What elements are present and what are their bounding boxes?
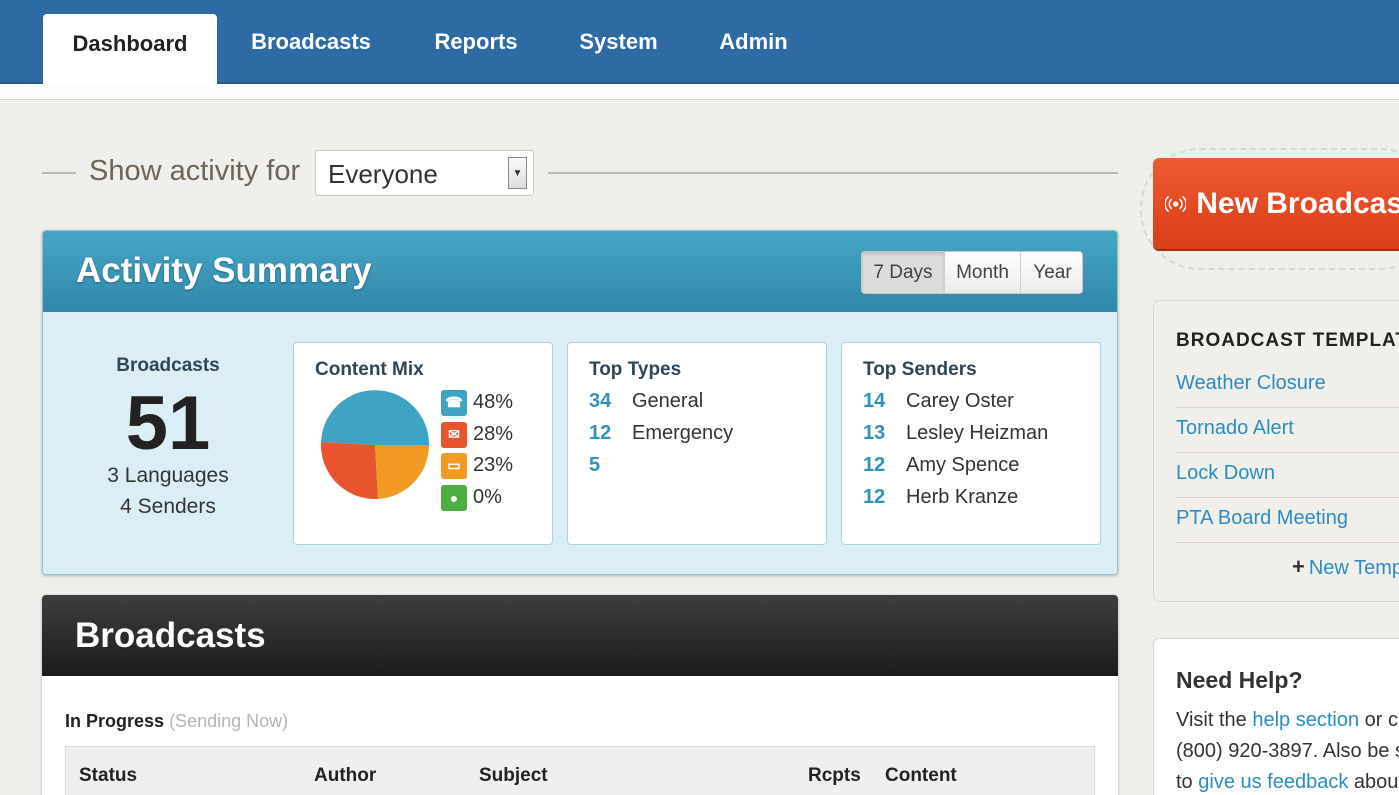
new-template-link[interactable]: +New Template xyxy=(1292,554,1399,580)
help-heading: Need Help? xyxy=(1176,667,1303,693)
new-broadcast-label: New Broadcast xyxy=(1196,186,1399,220)
top-type-count: 5 xyxy=(589,454,601,476)
chevron-down-icon[interactable]: ▼ xyxy=(508,157,527,189)
column-header-content[interactable]: Content xyxy=(885,765,957,787)
content-mix-card: Content Mix ☎ 48% ✉ 28% ▭ 23% ● 0% xyxy=(293,342,553,545)
top-sender-count: 13 xyxy=(863,422,886,444)
feedback-link[interactable]: give us feedback xyxy=(1198,771,1348,793)
help-line-1: Visit the help section or call xyxy=(1176,709,1399,732)
template-link[interactable]: PTA Board Meeting xyxy=(1176,499,1399,543)
column-header-subject[interactable]: Subject xyxy=(479,765,548,787)
range-toggle: 7 Days Month Year xyxy=(861,251,1083,294)
templates-heading: BROADCAST TEMPLATES xyxy=(1176,330,1399,351)
tab-admin[interactable]: Admin xyxy=(706,0,801,84)
top-sender-count: 14 xyxy=(863,390,886,412)
help-text: or call xyxy=(1364,709,1399,731)
in-progress-sublabel: (Sending Now) xyxy=(169,711,289,731)
tab-reports[interactable]: Reports xyxy=(420,0,532,84)
pie-slice-sms xyxy=(375,445,429,499)
broadcasts-table-header: Status Author Subject Rcpts Content xyxy=(65,746,1095,795)
broadcasts-title: Broadcasts xyxy=(75,616,266,655)
activity-summary-panel: Activity Summary 7 Days Month Year Broad… xyxy=(42,230,1118,575)
content-mix-person-value: 0% xyxy=(473,486,502,508)
top-sender-name: Lesley Heizman xyxy=(906,422,1049,444)
activity-filter-value: Everyone xyxy=(328,159,438,189)
broadcasts-count-label: Broadcasts xyxy=(116,355,220,376)
new-template-label: New Template xyxy=(1308,557,1399,579)
column-header-status[interactable]: Status xyxy=(79,765,137,787)
broadcast-templates-panel: BROADCAST TEMPLATES Weather Closure Torn… xyxy=(1153,300,1399,602)
help-text: Visit the xyxy=(1176,709,1253,731)
broadcasts-count: 51 xyxy=(125,381,211,466)
activity-filter-row: Show activity for Everyone ▼ xyxy=(42,150,1118,196)
content-mix-row-phone: ☎ 48% xyxy=(441,389,513,416)
help-panel: Need Help? Visit the help section or cal… xyxy=(1153,638,1399,795)
top-type-count: 34 xyxy=(589,390,612,412)
top-sender-count: 12 xyxy=(863,454,886,476)
column-header-author[interactable]: Author xyxy=(314,765,376,787)
content-mix-email-value: 28% xyxy=(473,423,514,445)
top-sender-name: Carey Oster xyxy=(906,390,1014,412)
broadcast-icon xyxy=(1165,195,1187,212)
nav-divider xyxy=(0,84,1399,100)
tab-dashboard[interactable]: Dashboard xyxy=(43,14,217,86)
content-mix-sms-value: 23% xyxy=(473,454,514,476)
top-type-name: General xyxy=(632,390,704,412)
top-sender-name: Amy Spence xyxy=(906,454,1020,476)
activity-summary-header: Activity Summary 7 Days Month Year xyxy=(43,231,1117,312)
help-line-2: (800) 920-3897. Also be sure xyxy=(1176,740,1399,762)
top-nav: Dashboard Broadcasts Reports System Admi… xyxy=(0,0,1399,86)
help-text: about xyxy=(1348,771,1399,793)
activity-summary-title: Activity Summary xyxy=(76,251,372,290)
content-mix-title: Content Mix xyxy=(315,359,424,380)
top-senders-title: Top Senders xyxy=(863,359,977,380)
activity-filter-label: Show activity for xyxy=(89,155,301,187)
range-7-days-button[interactable]: 7 Days xyxy=(862,252,945,293)
content-mix-pie-chart xyxy=(320,390,430,499)
top-types-card: Top Types 34 General 12 Emergency 5 xyxy=(567,342,827,545)
in-progress-heading: In Progress (Sending Now) xyxy=(65,711,288,732)
top-sender-count: 12 xyxy=(863,486,886,508)
divider-right xyxy=(548,172,1118,174)
content-mix-row-person: ● 0% xyxy=(441,484,502,511)
top-sender-name: Herb Kranze xyxy=(906,486,1019,508)
help-line-3: to give us feedback about xyxy=(1176,771,1399,794)
activity-summary-body: Broadcasts 51 3 Languages 4 Senders Cont… xyxy=(43,312,1117,574)
top-type-name: Emergency xyxy=(632,422,734,444)
person-icon: ● xyxy=(441,484,467,511)
activity-filter-select[interactable]: Everyone ▼ xyxy=(315,150,534,196)
content-mix-phone-value: 48% xyxy=(473,391,514,413)
plus-icon: + xyxy=(1292,554,1305,579)
help-section-link[interactable]: help section xyxy=(1252,709,1359,731)
phone-icon: ☎ xyxy=(441,389,467,416)
in-progress-label: In Progress xyxy=(65,711,165,731)
senders-count: 4 Senders xyxy=(120,495,216,518)
sms-icon: ▭ xyxy=(441,452,467,479)
pie-slice-phone xyxy=(321,390,430,445)
tab-system[interactable]: System xyxy=(566,0,671,84)
range-month-button[interactable]: Month xyxy=(945,252,1021,293)
range-year-button[interactable]: Year xyxy=(1021,252,1082,293)
pie-slice-email xyxy=(320,442,378,499)
broadcasts-panel: Broadcasts In Progress (Sending Now) Sta… xyxy=(42,595,1118,795)
top-senders-card: Top Senders 14 Carey Oster 13 Lesley Hei… xyxy=(841,342,1101,545)
top-types-title: Top Types xyxy=(589,359,682,380)
template-link[interactable]: Lock Down xyxy=(1176,454,1399,498)
column-header-rcpts[interactable]: Rcpts xyxy=(808,765,861,787)
broadcast-stats: Broadcasts 51 3 Languages 4 Senders xyxy=(43,312,293,574)
template-link[interactable]: Weather Closure xyxy=(1176,364,1399,408)
content-mix-row-sms: ▭ 23% xyxy=(441,452,513,479)
email-icon: ✉ xyxy=(441,421,467,448)
help-text: to xyxy=(1176,771,1199,793)
tab-broadcasts[interactable]: Broadcasts xyxy=(236,0,386,84)
content-mix-row-email: ✉ 28% xyxy=(441,421,513,448)
divider-left xyxy=(42,172,76,174)
languages-count: 3 Languages xyxy=(107,464,229,487)
new-broadcast-button[interactable]: New Broadcast xyxy=(1153,158,1399,249)
broadcasts-header: Broadcasts xyxy=(42,595,1118,676)
top-type-count: 12 xyxy=(589,422,612,444)
template-link[interactable]: Tornado Alert xyxy=(1176,409,1399,453)
